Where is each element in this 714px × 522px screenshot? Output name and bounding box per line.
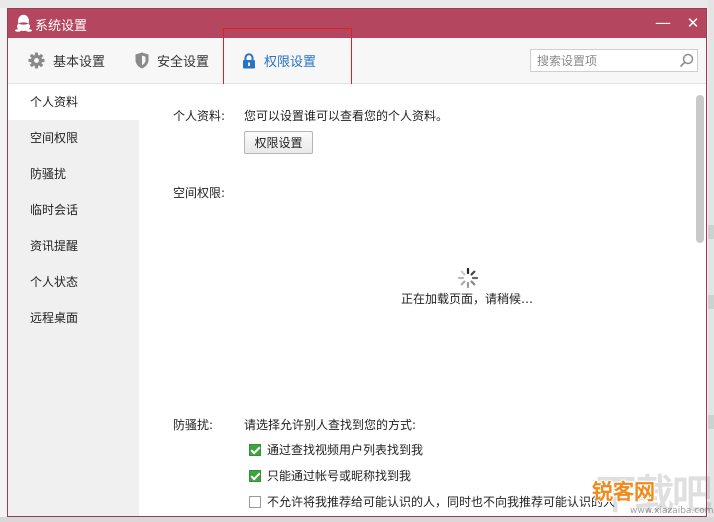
- background-taskbar-edge: [0, 517, 714, 522]
- background-fragment: [708, 225, 714, 239]
- no-recommendation-checkbox[interactable]: [249, 495, 261, 508]
- sidebar: 个人资料 空间权限 防骚扰 临时会话 资讯提醒 个人状态 远程桌面: [8, 84, 139, 516]
- search-input[interactable]: [537, 52, 672, 69]
- settings-content: 个人资料: 您可以设置谁可以查看您的个人资料。 权限设置 空间权限: 正在加载页…: [139, 84, 706, 516]
- search-icon[interactable]: [679, 53, 694, 68]
- qq-penguin-icon: [15, 14, 32, 32]
- permission-settings-button[interactable]: 权限设置: [244, 131, 313, 154]
- sidebar-item-profile[interactable]: 个人资料: [8, 84, 139, 120]
- tab-label: 基本设置: [53, 55, 106, 70]
- title-bar[interactable]: 系统设置 — ✕: [8, 9, 706, 38]
- profile-description: 您可以设置谁可以查看您的个人资料。: [244, 109, 449, 123]
- window-title: 系统设置: [35, 19, 88, 34]
- tab-bar: 基本设置 安全设置 权限设置: [8, 38, 706, 84]
- lock-icon: [243, 52, 255, 68]
- find-via-video-list-option[interactable]: 通过查找视频用户列表找到我: [249, 441, 423, 458]
- content-scrollbar[interactable]: [696, 95, 704, 243]
- sidebar-item-status[interactable]: 个人状态: [8, 264, 139, 300]
- gear-icon: [28, 52, 45, 69]
- profile-section-label: 个人资料:: [173, 109, 226, 123]
- sidebar-item-remote-desktop[interactable]: 远程桌面: [8, 300, 139, 336]
- background-window-right: [708, 0, 714, 522]
- sidebar-item-temp-session[interactable]: 临时会话: [8, 192, 139, 228]
- minimize-button[interactable]: —: [652, 12, 674, 34]
- option-label: 只能通过帐号或昵称找到我: [267, 469, 412, 483]
- loading-message: 正在加载页面，请稍候…: [401, 292, 534, 306]
- tab-label: 权限设置: [264, 55, 317, 70]
- settings-window: 系统设置 — ✕ 基本设置 安全设置 权限设置 搜索设置项 个人资料 空间权限 …: [7, 8, 707, 517]
- tab-permission-settings[interactable]: 权限设置: [242, 38, 316, 83]
- sidebar-item-anti-harassment[interactable]: 防骚扰: [8, 156, 139, 192]
- sidebar-item-news-alert[interactable]: 资讯提醒: [8, 228, 139, 264]
- option-label: 通过查找视频用户列表找到我: [267, 443, 424, 457]
- harass-description: 请选择允许别人查找到您的方式:: [244, 418, 417, 432]
- no-recommendation-option[interactable]: 不允许将我推荐给可能认识的人，同时也不向我推荐可能认识的人: [249, 493, 615, 510]
- find-via-video-list-checkbox[interactable]: [249, 443, 261, 456]
- find-via-account-checkbox[interactable]: [249, 469, 261, 482]
- shield-icon: [135, 52, 149, 69]
- tab-security-settings[interactable]: 安全设置: [135, 38, 209, 83]
- loading-spinner-icon: [457, 267, 479, 289]
- find-via-account-option[interactable]: 只能通过帐号或昵称找到我: [249, 467, 411, 484]
- option-label: 不允许将我推荐给可能认识的人，同时也不向我推荐可能认识的人: [267, 495, 616, 509]
- tab-label: 安全设置: [157, 55, 210, 70]
- harass-section-label: 防骚扰:: [173, 418, 214, 432]
- background-fragment: [708, 415, 714, 429]
- space-section-label: 空间权限:: [173, 186, 226, 200]
- background-window-edge: [0, 0, 714, 8]
- background-fragment: [708, 295, 714, 309]
- close-button[interactable]: ✕: [682, 12, 704, 34]
- search-box[interactable]: [530, 49, 698, 72]
- sidebar-item-space-permission[interactable]: 空间权限: [8, 120, 139, 156]
- tab-basic-settings[interactable]: 基本设置: [28, 38, 105, 83]
